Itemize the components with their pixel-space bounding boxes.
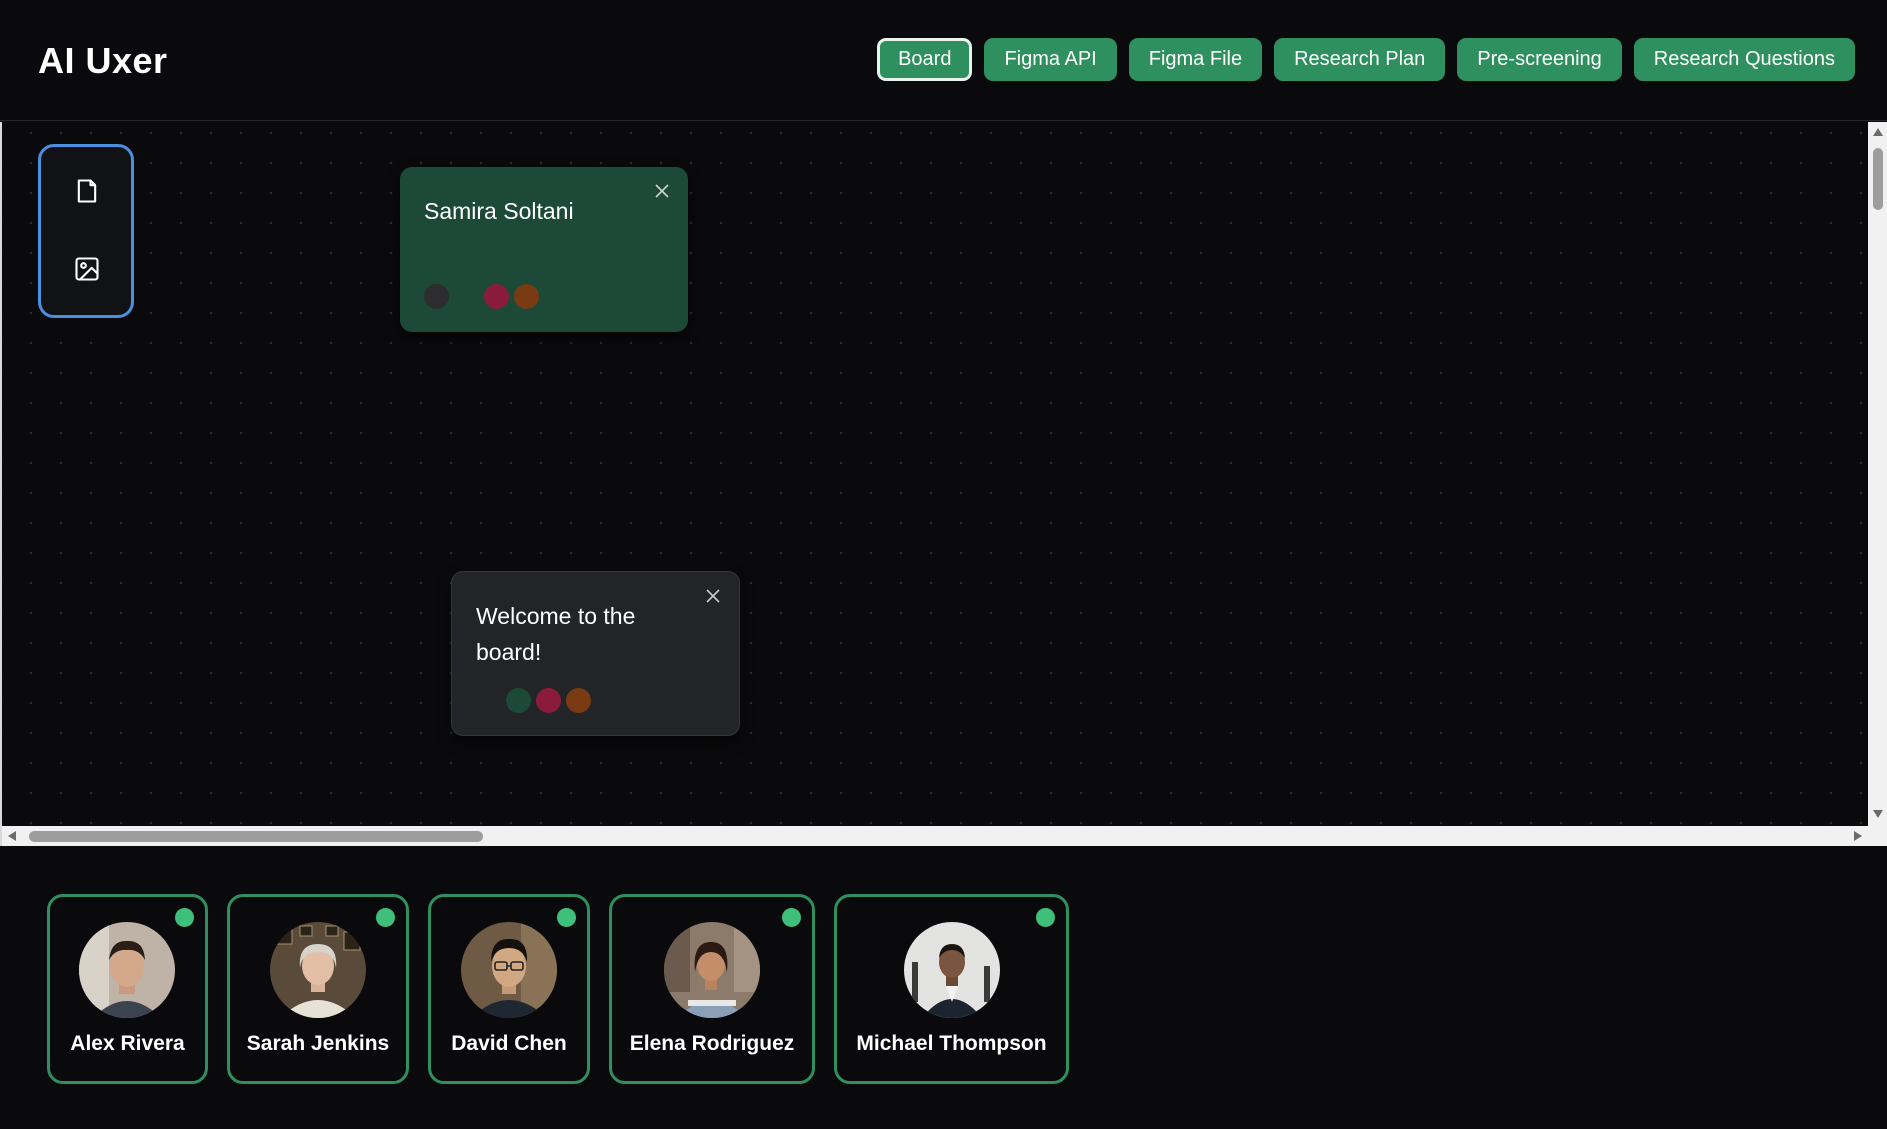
file-icon: [77, 179, 97, 203]
sticky-note[interactable]: Samira Soltani: [400, 167, 688, 332]
app-logo: AI Uxer: [38, 40, 168, 81]
swatch-orange[interactable]: [566, 688, 591, 713]
top-nav: Board Figma API Figma File Research Plan…: [877, 38, 1855, 81]
nav-board-button[interactable]: Board: [877, 38, 973, 81]
close-icon: [706, 589, 720, 603]
note-color-swatches: [506, 688, 596, 713]
scroll-down-arrow[interactable]: [1873, 810, 1883, 818]
avatar: [904, 922, 1000, 1018]
avatar: [270, 922, 366, 1018]
add-note-tool[interactable]: [71, 175, 103, 207]
nav-pre-screening-button[interactable]: Pre-screening: [1457, 38, 1622, 81]
note-color-swatches: [424, 284, 544, 309]
online-status-dot: [175, 908, 194, 927]
vertical-scroll-thumb[interactable]: [1873, 148, 1883, 210]
participant-card-alex-rivera[interactable]: Alex Rivera: [47, 894, 208, 1084]
avatar: [461, 922, 557, 1018]
horizontal-scrollbar[interactable]: [2, 826, 1887, 846]
swatch-red[interactable]: [536, 688, 561, 713]
nav-figma-file-button[interactable]: Figma File: [1128, 38, 1263, 81]
nav-research-questions-button[interactable]: Research Questions: [1633, 38, 1855, 81]
note-text[interactable]: Welcome to the board!: [476, 598, 686, 670]
participant-card-elena-rodriguez[interactable]: Elena Rodriguez: [609, 894, 815, 1084]
swatch-red[interactable]: [484, 284, 509, 309]
participant-name: Sarah Jenkins: [246, 1032, 390, 1055]
close-icon: [655, 184, 669, 198]
participant-list: Alex Rivera Sarah Jenkins David Chen Ele…: [47, 894, 1069, 1084]
participant-name: David Chen: [451, 1032, 567, 1055]
app-header: AI Uxer Board Figma API Figma File Resea…: [0, 0, 1887, 121]
scroll-up-arrow[interactable]: [1873, 128, 1883, 136]
online-status-dot: [782, 908, 801, 927]
online-status-dot: [1036, 908, 1055, 927]
swatch-orange[interactable]: [514, 284, 539, 309]
online-status-dot: [376, 908, 395, 927]
image-icon: [75, 257, 99, 281]
nav-figma-api-button[interactable]: Figma API: [984, 38, 1117, 81]
scroll-left-arrow[interactable]: [8, 831, 16, 841]
close-note-button[interactable]: [652, 181, 672, 201]
board-canvas[interactable]: [2, 122, 1868, 826]
participant-name: Michael Thompson: [856, 1032, 1047, 1055]
swatch-green[interactable]: [506, 688, 531, 713]
participant-card-sarah-jenkins[interactable]: Sarah Jenkins: [227, 894, 409, 1084]
note-text[interactable]: Samira Soltani: [424, 193, 664, 229]
scroll-right-arrow[interactable]: [1854, 831, 1862, 841]
participant-name: Elena Rodriguez: [629, 1032, 795, 1055]
avatar: [664, 922, 760, 1018]
board-toolbar: [38, 144, 134, 318]
participant-card-michael-thompson[interactable]: Michael Thompson: [834, 894, 1069, 1084]
participant-name: Alex Rivera: [70, 1032, 185, 1055]
participant-card-david-chen[interactable]: David Chen: [428, 894, 590, 1084]
online-status-dot: [557, 908, 576, 927]
nav-research-plan-button[interactable]: Research Plan: [1274, 38, 1446, 81]
vertical-scrollbar[interactable]: [1868, 122, 1887, 826]
add-image-tool[interactable]: [71, 253, 103, 285]
close-note-button[interactable]: [703, 586, 723, 606]
horizontal-scroll-thumb[interactable]: [29, 831, 483, 842]
avatar: [79, 922, 175, 1018]
swatch-dark[interactable]: [424, 284, 449, 309]
sticky-note[interactable]: Welcome to the board!: [451, 571, 740, 736]
